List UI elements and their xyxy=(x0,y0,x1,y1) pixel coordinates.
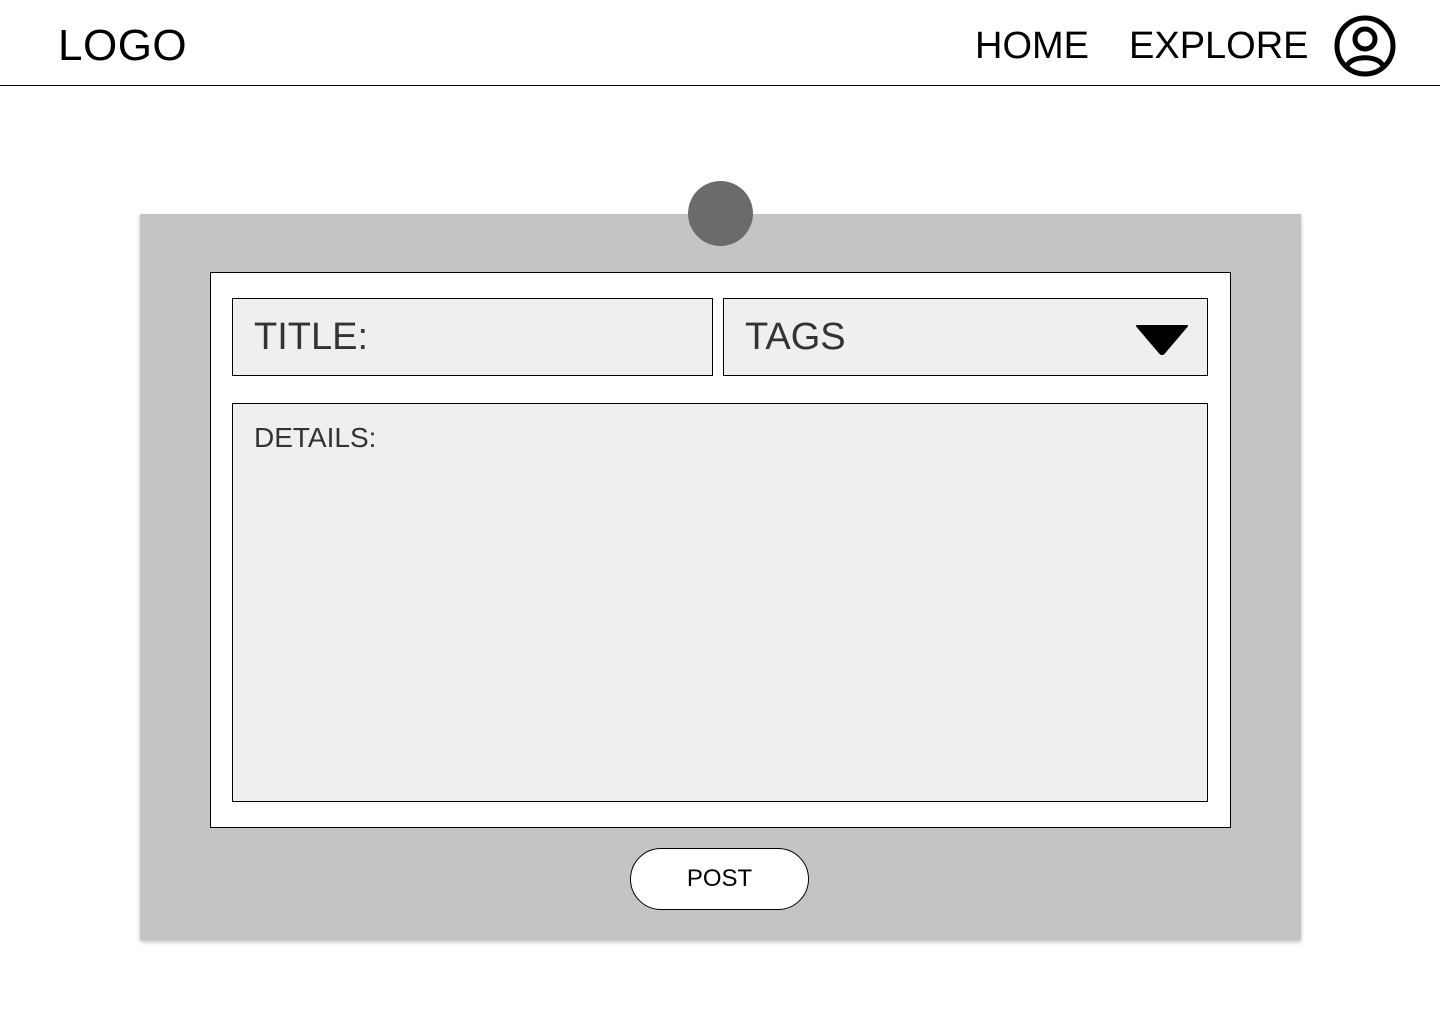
post-button[interactable]: POST xyxy=(630,848,809,910)
user-circle-icon[interactable] xyxy=(1334,15,1396,77)
details-textarea[interactable]: DETAILS: xyxy=(232,403,1208,802)
tags-dropdown[interactable]: TAGS xyxy=(723,298,1208,376)
title-input-placeholder: TITLE: xyxy=(254,316,369,358)
nav-link-home[interactable]: HOME xyxy=(975,22,1089,70)
triangle-down-icon xyxy=(1136,325,1188,355)
logo[interactable]: LOGO xyxy=(58,20,187,72)
post-form-panel: TITLE: TAGS DETAILS: xyxy=(210,272,1231,828)
tags-dropdown-placeholder: TAGS xyxy=(745,316,846,358)
details-textarea-placeholder: DETAILS: xyxy=(254,422,377,453)
title-input[interactable]: TITLE: xyxy=(232,298,713,376)
pin-icon xyxy=(688,181,753,246)
nav-link-explore[interactable]: EXPLORE xyxy=(1129,22,1309,70)
top-navigation-bar: LOGO HOME EXPLORE xyxy=(0,0,1440,86)
create-post-card: TITLE: TAGS DETAILS: POST xyxy=(140,214,1301,940)
